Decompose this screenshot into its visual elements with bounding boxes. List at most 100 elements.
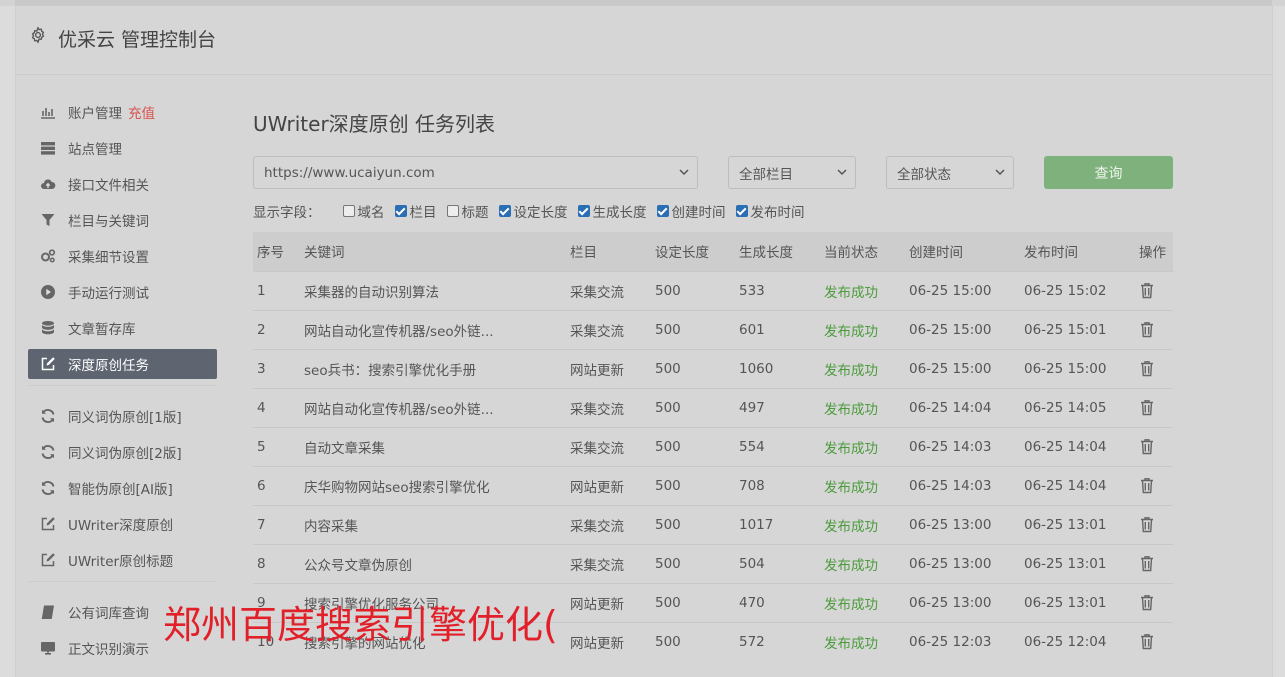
checkbox-checked-icon[interactable] [577, 205, 590, 217]
action-cell [1135, 426, 1173, 466]
table-cell: 发布成功 [820, 621, 905, 661]
table-cell: 采集交流 [566, 426, 651, 466]
sidebar-item-collect-detail[interactable]: 采集细节设置 [28, 241, 217, 271]
table-cell: 06-25 13:00 [905, 504, 1020, 544]
table-cell: 4 [253, 387, 300, 427]
column-select[interactable]: 全部栏目 [728, 156, 856, 189]
table-cell: 采集交流 [566, 504, 651, 544]
sidebar-item-label: 站点管理 [68, 142, 122, 158]
trash-icon[interactable] [1139, 478, 1155, 494]
refresh-icon [39, 444, 57, 460]
field-checkbox[interactable]: 生成长度 [577, 201, 647, 221]
cloud-upload-icon [39, 176, 57, 192]
field-checkbox-label: 域名 [357, 205, 385, 221]
table-cell: 06-25 15:00 [905, 309, 1020, 349]
sidebar-item-label: 文章暂存库 [68, 322, 136, 338]
checkbox-checked-icon[interactable] [656, 205, 669, 217]
column-header: 发布时间 [1024, 245, 1078, 262]
table-cell: 06-25 14:03 [905, 465, 1020, 505]
table-cell: 06-25 15:02 [1020, 270, 1135, 310]
sidebar-item-label: 深度原创任务 [68, 358, 149, 374]
site-select-value: https://www.ucaiyun.com [264, 164, 435, 181]
trash-icon[interactable] [1139, 361, 1155, 377]
column-header: 创建时间 [909, 245, 963, 262]
book-icon [39, 604, 57, 620]
field-checkbox[interactable]: 标题 [446, 201, 489, 221]
trash-icon[interactable] [1139, 439, 1155, 455]
table-cell: 533 [735, 270, 820, 310]
checkbox-checked-icon[interactable] [498, 205, 511, 217]
table-cell: 发布成功 [820, 426, 905, 466]
overlay-watermark-text: 郑州百度搜索引擎优化( [163, 603, 558, 647]
table-cell: 自动文章采集 [300, 426, 566, 466]
action-cell [1135, 465, 1173, 505]
edit-icon [39, 552, 57, 568]
trash-icon[interactable] [1139, 517, 1155, 533]
page-title: UWriter深度原创 任务列表 [253, 112, 496, 136]
table-cell: 500 [651, 582, 735, 622]
trash-icon[interactable] [1139, 595, 1155, 611]
action-cell [1135, 621, 1173, 661]
table-cell: 6 [253, 465, 300, 505]
gear-icon [31, 26, 45, 44]
column-header: 关键词 [304, 245, 345, 262]
field-checkbox[interactable]: 发布时间 [735, 201, 805, 221]
filter-bar: https://www.ucaiyun.com 全部栏目 全部状态 查询 [253, 156, 1173, 190]
action-cell [1135, 582, 1173, 622]
sidebar-item-deep-original[interactable]: 深度原创任务 [28, 349, 217, 379]
field-checkbox-label: 栏目 [409, 205, 437, 221]
sidebar-item-uwriter-title[interactable]: UWriter原创标题 [28, 545, 217, 575]
table-cell: 1060 [735, 348, 820, 388]
checkbox-checked-icon[interactable] [735, 205, 748, 217]
chevron-down-icon [679, 169, 689, 176]
sidebar-item-account[interactable]: 账户管理 充值 [28, 97, 217, 127]
field-checkbox[interactable]: 域名 [342, 201, 385, 221]
trash-icon[interactable] [1139, 400, 1155, 416]
sidebar-item-article-store[interactable]: 文章暂存库 [28, 313, 217, 343]
sidebar-item-label: 栏目与关键词 [68, 214, 149, 230]
trash-icon[interactable] [1139, 322, 1155, 338]
table-cell: 500 [651, 465, 735, 505]
sidebar-item-synonym-1[interactable]: 同义词伪原创[1版] [28, 401, 217, 431]
table-cell: 06-25 15:01 [1020, 309, 1135, 349]
column-header: 生成长度 [739, 245, 793, 262]
table-cell: 601 [735, 309, 820, 349]
recharge-link[interactable]: 充值 [128, 102, 155, 122]
sidebar-item-manual-run[interactable]: 手动运行测试 [28, 277, 217, 307]
table-cell: 572 [735, 621, 820, 661]
field-checkbox[interactable]: 栏目 [394, 201, 437, 221]
table-cell: 470 [735, 582, 820, 622]
field-checkbox-label: 发布时间 [750, 205, 805, 221]
table-cell: 网站更新 [566, 621, 651, 661]
status-select[interactable]: 全部状态 [886, 156, 1014, 189]
refresh-icon [39, 480, 57, 496]
field-checkbox[interactable]: 创建时间 [656, 201, 726, 221]
table-cell: 497 [735, 387, 820, 427]
trash-icon[interactable] [1139, 556, 1155, 572]
action-cell [1135, 387, 1173, 427]
table-cell: 554 [735, 426, 820, 466]
table-cell: 500 [651, 543, 735, 583]
sidebar-item-label: 同义词伪原创[1版] [68, 410, 182, 426]
sidebar-item-synonym-2[interactable]: 同义词伪原创[2版] [28, 437, 217, 467]
action-cell [1135, 504, 1173, 544]
query-button[interactable]: 查询 [1044, 156, 1173, 189]
sidebar-item-api-files[interactable]: 接口文件相关 [28, 169, 217, 199]
field-checkbox[interactable]: 设定长度 [498, 201, 568, 221]
sidebar-item-columns[interactable]: 栏目与关键词 [28, 205, 217, 235]
edit-icon [39, 516, 57, 532]
table-cell: seo兵书：搜索引擎优化手册 [300, 348, 566, 388]
table-cell: 网站更新 [566, 582, 651, 622]
sidebar-item-uwriter-deep[interactable]: UWriter深度原创 [28, 509, 217, 539]
checkbox-unchecked-icon[interactable] [342, 205, 355, 217]
trash-icon[interactable] [1139, 283, 1155, 299]
checkbox-checked-icon[interactable] [394, 205, 407, 217]
table-cell: 06-25 15:00 [1020, 348, 1135, 388]
checkbox-unchecked-icon[interactable] [446, 205, 459, 217]
trash-icon[interactable] [1139, 634, 1155, 650]
action-cell [1135, 543, 1173, 583]
sidebar-item-ai-pseudo[interactable]: 智能伪原创[AI版] [28, 473, 217, 503]
site-select[interactable]: https://www.ucaiyun.com [253, 156, 698, 189]
action-cell [1135, 309, 1173, 349]
sidebar-item-sites[interactable]: 站点管理 [28, 133, 217, 163]
